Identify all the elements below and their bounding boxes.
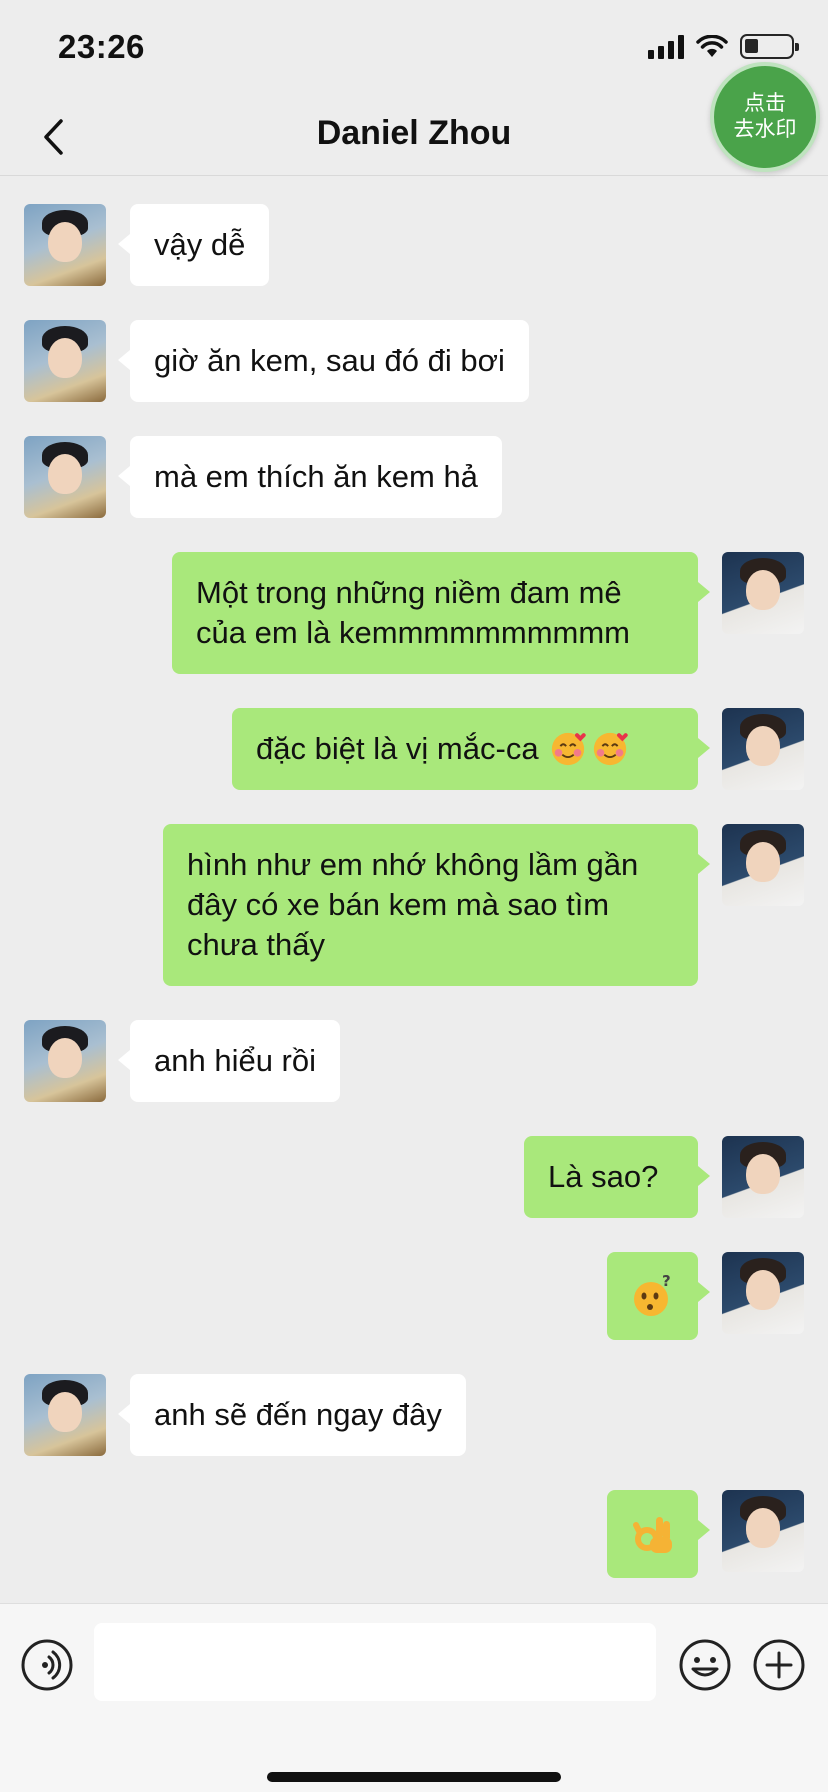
status-bar: 23:26 [0, 0, 828, 100]
message-text: anh hiểu rồi [154, 1043, 317, 1078]
message-list[interactable]: vậy dễ giờ ăn kem, sau đó đi bơi mà em t… [0, 177, 828, 1602]
peer-avatar[interactable] [24, 436, 106, 518]
emoji-icon[interactable] [678, 1638, 732, 1692]
message-bubble[interactable]: Một trong những niềm đam mê của em là ke… [172, 552, 710, 674]
message-bubble[interactable]: anh sẽ đến ngay đây [118, 1374, 466, 1456]
peer-avatar[interactable] [24, 1374, 106, 1456]
status-time: 23:26 [58, 28, 145, 65]
message-text: hình như em nhớ không lầm gần đây có xe … [187, 847, 639, 962]
confused-face-question-icon: ? [633, 1272, 671, 1316]
peer-avatar[interactable] [24, 1020, 106, 1102]
status-icons [648, 34, 799, 59]
message-text: mà em thích ăn kem hả [154, 459, 478, 494]
message-bubble[interactable]: ? [607, 1252, 710, 1340]
home-indicator [267, 1772, 561, 1782]
self-avatar[interactable] [722, 1136, 804, 1218]
message-bubble[interactable]: anh hiểu rồi [117, 1020, 341, 1102]
nav-bar: Daniel Zhou [0, 100, 828, 176]
cellular-signal-icon [648, 34, 684, 59]
message-text: vậy dễ [154, 227, 246, 262]
message-text: anh sẽ đến ngay đây [154, 1397, 442, 1432]
svg-text:?: ? [662, 1272, 671, 1290]
message-bubble[interactable]: giờ ăn kem, sau đó đi bơi [118, 320, 529, 402]
peer-avatar[interactable] [24, 204, 106, 286]
smiling-face-with-hearts-icon [551, 732, 586, 766]
wifi-icon [696, 34, 728, 57]
self-avatar[interactable] [722, 1490, 804, 1572]
message-bubble[interactable]: vậy dễ [117, 204, 270, 286]
voice-icon[interactable] [20, 1638, 74, 1692]
message-bubble[interactable]: Là sao? [524, 1136, 710, 1218]
battery-icon [740, 34, 799, 59]
ok-hand-icon [632, 1517, 672, 1553]
message-text: Một trong những niềm đam mê của em là ke… [196, 575, 630, 650]
self-avatar[interactable] [722, 708, 804, 790]
message-text: giờ ăn kem, sau đó đi bơi [154, 343, 505, 378]
self-avatar[interactable] [722, 1252, 804, 1334]
message-bubble[interactable]: mà em thích ăn kem hả [118, 436, 502, 518]
message-text: đặc biệt là vị mắc-ca [256, 731, 539, 766]
plus-icon[interactable] [752, 1638, 806, 1692]
message-bubble[interactable]: đặc biệt là vị mắc-ca [232, 708, 710, 790]
message-bubble[interactable] [607, 1490, 710, 1578]
smiling-face-with-hearts-icon [593, 732, 628, 766]
self-avatar[interactable] [722, 824, 804, 906]
message-input[interactable] [94, 1623, 656, 1701]
watermark-label-1: 点击 [744, 92, 786, 115]
self-avatar[interactable] [722, 552, 804, 634]
peer-avatar[interactable] [24, 320, 106, 402]
chat-title: Daniel Zhou [316, 114, 512, 152]
watermark-label-2: 去水印 [733, 118, 797, 141]
remove-watermark-button[interactable]: 点击 去水印 [710, 62, 820, 172]
message-bubble[interactable]: hình như em nhớ không lầm gần đây có xe … [163, 824, 710, 986]
input-bar [0, 1603, 828, 1792]
message-text: Là sao? [548, 1159, 659, 1194]
